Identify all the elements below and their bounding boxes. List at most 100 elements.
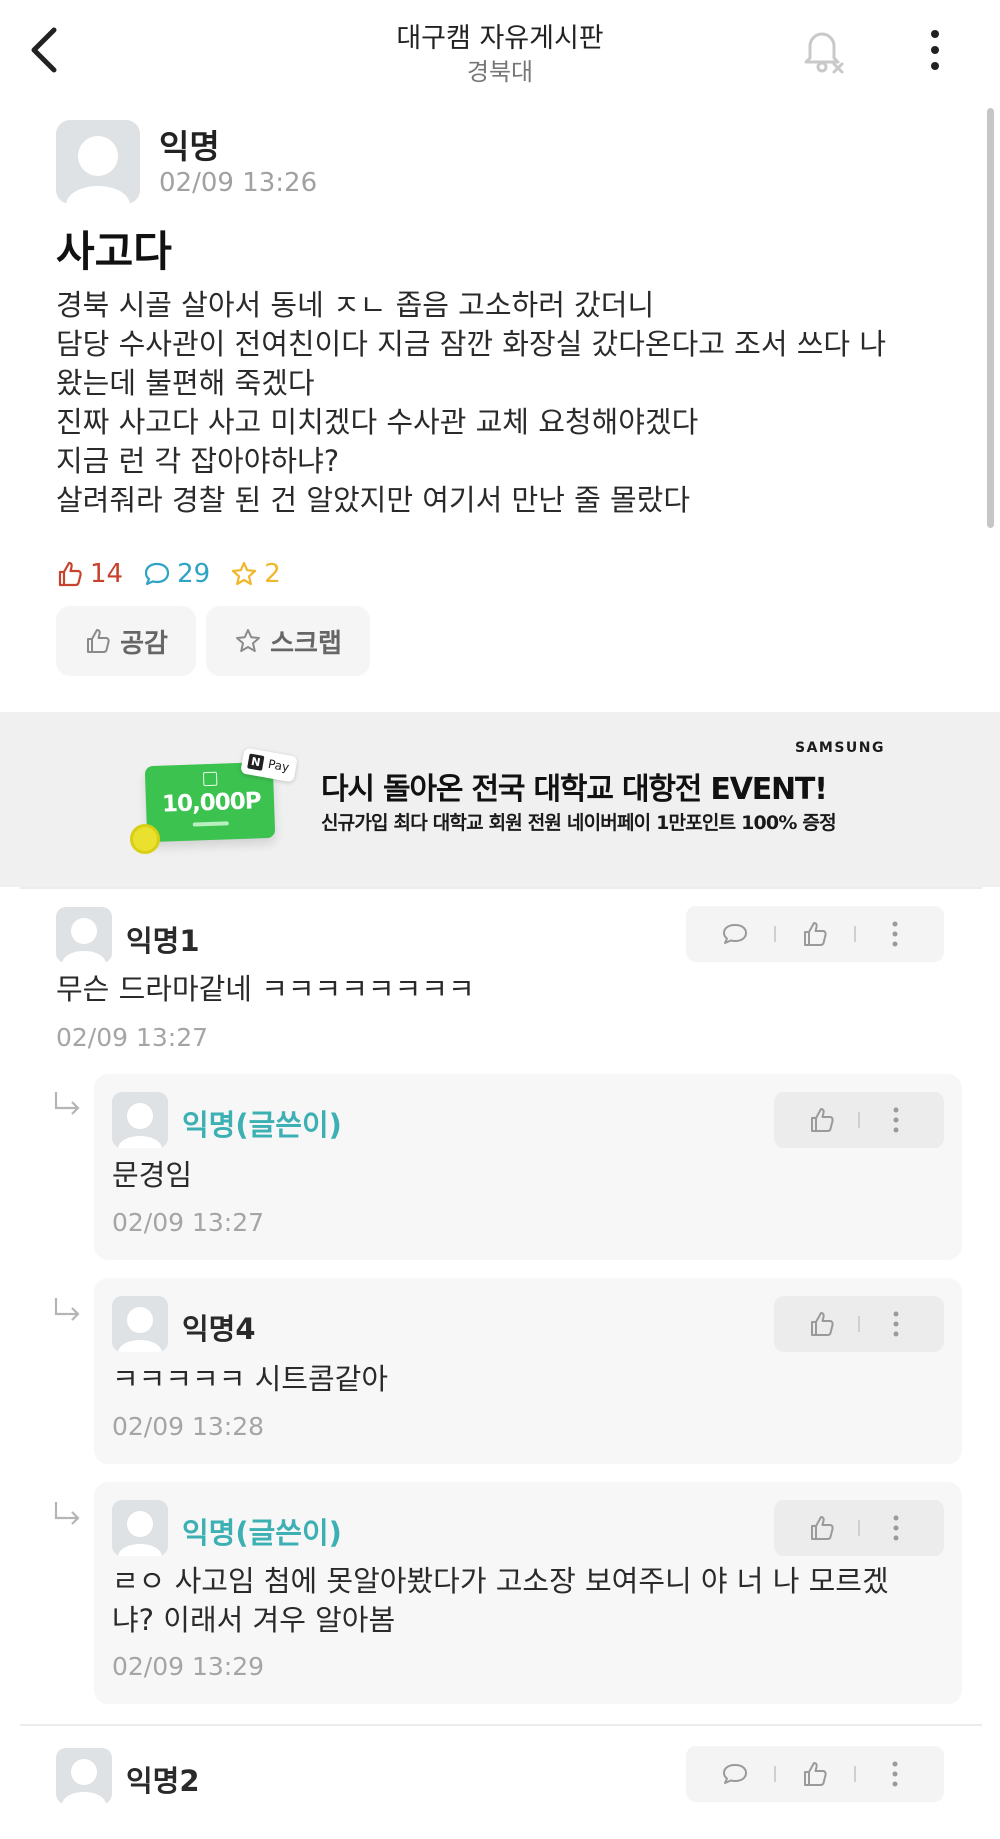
comment-text: 냐? 이래서 겨우 알아봄 (112, 1603, 396, 1637)
top-bar: 대구캠 자유게시판 경북대 (0, 0, 1000, 104)
comment-actions (686, 906, 944, 962)
ad-banner[interactable]: 10,000P N Pay SAMSUNG 다시 돌아온 전국 대학교 대항전 … (0, 712, 1000, 887)
anonymous-user-icon (62, 918, 106, 963)
scrap-count-stat: 2 (230, 559, 281, 589)
reply-arrow-icon (54, 1092, 80, 1115)
comment-count: 29 (177, 559, 211, 589)
post-body-line: 왔는데 불편해 죽겠다 (56, 366, 315, 400)
more-vertical-icon (892, 921, 898, 947)
comment-text: 무슨 드라마같네 ㅋㅋㅋㅋㅋㅋㅋㅋ (56, 972, 475, 1006)
coin-icon (130, 824, 160, 854)
post-body-line: 경북 시골 살아서 동네 ㅈㄴ 좁음 고소하러 갔더니 (56, 288, 655, 322)
comment-actions (774, 1500, 944, 1556)
comment-text: ㅋㅋㅋㅋㅋ 시트콤같아 (112, 1362, 389, 1396)
comment-more-button[interactable] (873, 1508, 919, 1548)
reply-item: 익명(글쓴이) ㄹㅇ 사고임 첨에 못알아봤다가 고소장 보여주니 야 너 나 … (94, 1482, 962, 1704)
post-body-line: 지금 런 각 잡아야하냐? (56, 444, 340, 478)
comment-author: 익명4 (182, 1312, 256, 1346)
anonymous-user-icon (118, 1307, 162, 1352)
comment-like-button[interactable] (799, 1508, 845, 1548)
comment-text: 문경임 (112, 1158, 193, 1192)
thumbs-up-icon (810, 1108, 834, 1132)
bell-off-icon (804, 32, 844, 74)
ad-card-caption (192, 821, 229, 827)
more-vertical-icon (893, 1311, 899, 1337)
more-options-button[interactable] (920, 26, 950, 76)
more-vertical-icon (893, 1107, 899, 1133)
scrap-button[interactable]: 스크랩 (206, 606, 370, 676)
post-timestamp: 02/09 13:26 (159, 168, 318, 198)
naver-logo-icon (202, 771, 218, 787)
scrap-button-label: 스크랩 (270, 628, 342, 659)
divider (20, 887, 982, 889)
comment-actions (774, 1296, 944, 1352)
comment-timestamp: 02/09 13:28 (112, 1412, 265, 1441)
thumbs-up-icon (804, 922, 827, 946)
anonymous-user-icon (118, 1103, 162, 1148)
avatar (56, 907, 112, 963)
comment-like-button[interactable] (792, 914, 838, 954)
ad-card-amount: 10,000P (161, 788, 262, 818)
comment-text: ㄹㅇ 사고임 첨에 못알아봤다가 고소장 보여주니 야 너 나 모르겠 (112, 1564, 889, 1598)
scrollbar[interactable] (987, 108, 994, 528)
separator (857, 1316, 860, 1332)
avatar (56, 1748, 112, 1804)
ad-headline: 다시 돌아온 전국 대학교 대항전 EVENT! (321, 772, 828, 807)
comment-more-button[interactable] (873, 1304, 919, 1344)
reply-button[interactable] (712, 1754, 758, 1794)
comment-more-button[interactable] (872, 914, 918, 954)
more-vertical-icon (893, 1515, 899, 1541)
comment-author: 익명1 (126, 924, 200, 958)
thumbs-up-icon (810, 1312, 834, 1336)
comment-more-button[interactable] (873, 1100, 919, 1140)
comment-author-op: 익명(글쓴이) (182, 1516, 342, 1550)
comment-actions (686, 1746, 944, 1802)
reply-item: 익명4 ㅋㅋㅋㅋㅋ 시트콤같아 02/09 13:28 (94, 1278, 962, 1464)
post-body-line: 진짜 사고다 사고 미치겠다 수사관 교체 요청해야겠다 (56, 405, 699, 439)
comment-icon (723, 1764, 747, 1784)
school-name: 경북대 (466, 58, 534, 86)
board-title: 대구캠 자유게시판 (396, 23, 604, 54)
reply-arrow-icon (54, 1502, 80, 1525)
anonymous-user-icon (62, 1759, 106, 1804)
anonymous-user-icon (66, 136, 130, 204)
notification-off-button[interactable] (790, 20, 850, 80)
avatar (112, 1092, 168, 1148)
thumbs-up-icon (58, 561, 82, 587)
comment-like-button[interactable] (792, 1754, 838, 1794)
reply-arrow-icon (54, 1298, 80, 1321)
separator (857, 1520, 860, 1536)
more-vertical-icon (892, 1761, 898, 1787)
comment-timestamp: 02/09 13:29 (112, 1652, 265, 1681)
comment-like-button[interactable] (799, 1304, 845, 1344)
anonymous-user-icon (118, 1511, 162, 1556)
comment-like-button[interactable] (799, 1100, 845, 1140)
naver-pay-badge-icon: N (247, 753, 265, 771)
like-count-stat: 14 (56, 559, 123, 589)
reply-button[interactable] (712, 914, 758, 954)
separator (857, 1112, 860, 1128)
reply-item: 익명(글쓴이) 문경임 02/09 13:27 (94, 1074, 962, 1260)
more-vertical-icon (931, 30, 939, 70)
post-body-line: 살려줘라 경찰 된 건 알았지만 여기서 만난 줄 몰랐다 (56, 483, 691, 517)
thumbs-up-icon (810, 1516, 834, 1540)
post-title: 사고다 (56, 227, 172, 276)
like-button[interactable]: 공감 (56, 606, 196, 676)
divider (20, 1724, 982, 1726)
naver-pay-badge-text: Pay (266, 756, 291, 775)
thumbs-up-icon (804, 1762, 827, 1786)
post-body-line: 담당 수사관이 전여친이다 지금 잠깐 화장실 갔다온다고 조서 쓰다 나 (56, 327, 887, 361)
ad-subline: 신규가입 최다 대학교 회원 전원 네이버페이 1만포인트 100% 증정 (321, 812, 837, 834)
scrap-count: 2 (264, 559, 281, 589)
post-body: 경북 시골 살아서 동네 ㅈㄴ 좁음 고소하러 갔더니 담당 수사관이 전여친이… (56, 286, 956, 520)
like-button-label: 공감 (120, 628, 168, 659)
avatar (112, 1500, 168, 1556)
like-count: 14 (90, 559, 124, 589)
separator (854, 926, 856, 942)
separator (854, 1766, 856, 1782)
ad-brand: SAMSUNG (795, 740, 886, 756)
comment-more-button[interactable] (872, 1754, 918, 1794)
comment-count-stat: 29 (143, 559, 210, 589)
star-icon (236, 629, 261, 652)
separator (774, 926, 776, 942)
